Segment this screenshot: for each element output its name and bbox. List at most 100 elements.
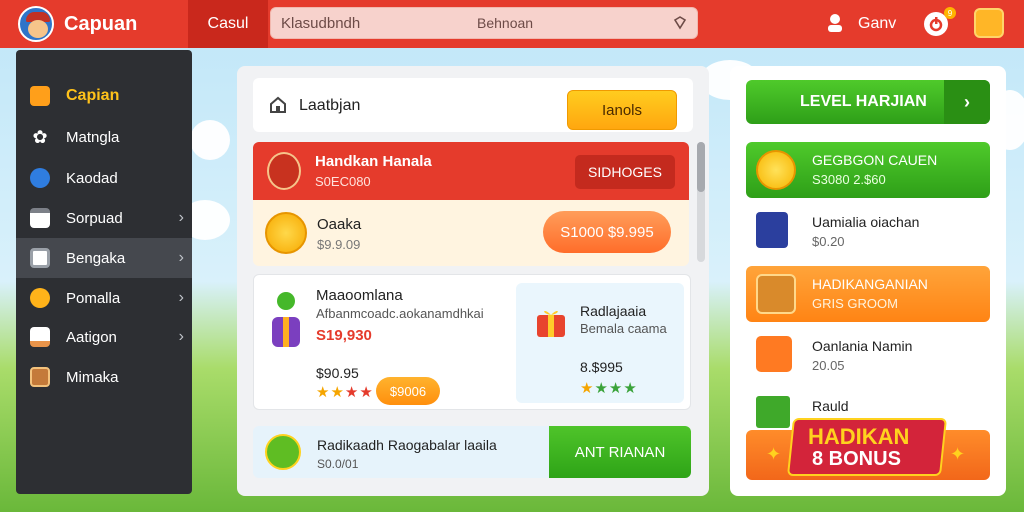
reward-row-title: Rauld <box>812 398 849 414</box>
tab-casual[interactable]: Casul <box>188 0 268 48</box>
featured-button[interactable]: SIDHOGES <box>575 155 675 189</box>
bottom-action-button[interactable]: ANT RIANAN <box>549 426 691 478</box>
sub-offer-subtitle: Bemala caama <box>580 321 667 336</box>
sidebar-item-label: Sorpuad <box>66 209 123 227</box>
page-title: Laatbjan <box>299 97 361 114</box>
main-panel: Laatbjan Ianols Handkan Hanala S0EC080 S… <box>237 66 709 496</box>
coin-icon <box>30 288 50 308</box>
bottom-offer-row[interactable]: Radikaadh Raogabalar laaila S0.0/01 ANT … <box>253 426 691 478</box>
gift-bag-icon <box>30 86 50 106</box>
reward-row[interactable]: HADIKANGANIAN GRIS GROOM <box>746 266 990 322</box>
reward-row-title: Uamialia oiachan <box>812 214 920 230</box>
reward-row-title: Oanlania Namin <box>812 338 913 354</box>
main-header: Laatbjan Ianols <box>253 78 693 132</box>
chevron-right-icon: › <box>178 249 184 266</box>
level-button[interactable]: LEVEL HARJIAN › <box>746 80 990 124</box>
reward-row-subtitle: $0.20 <box>812 234 845 249</box>
chevron-right-icon: › <box>178 289 184 306</box>
coin-smile-icon <box>265 212 307 254</box>
sidebar-item-mimaka[interactable]: Mimaka <box>16 357 192 397</box>
level-button-label: LEVEL HARJIAN <box>800 93 927 110</box>
featured-title: Handkan Hanala <box>315 153 432 170</box>
coin-wallet-icon[interactable] <box>974 8 1004 38</box>
sub-offer-footer: 8.$995 <box>580 359 623 375</box>
home-icon[interactable] <box>269 96 287 114</box>
user-icon[interactable] <box>826 13 844 33</box>
notification-badge: 9 <box>944 7 956 19</box>
sub-offer-title: Radlajaaia <box>580 303 647 319</box>
scrollbar[interactable] <box>697 142 705 262</box>
sparkle-icon: ✦ <box>766 444 782 464</box>
top-bar: Capuan Casul Behnoan Ganv 9 <box>0 0 1024 48</box>
reward-row-subtitle: GRIS GROOM <box>812 296 898 311</box>
coin-offer-subtitle: $9.9.09 <box>317 237 361 252</box>
document-icon <box>30 327 50 347</box>
offer-card-price: S19,930 <box>316 327 372 344</box>
offer-card-description: Afbanmcoadc.aokanamdhkai <box>316 306 484 321</box>
reward-row[interactable]: Uamialia oiachan $0.20 <box>746 204 990 260</box>
offer-card[interactable]: Maaoomlana Afbanmcoadc.aokanamdhkai S19,… <box>253 274 691 410</box>
gift-box-icon <box>756 336 792 372</box>
user-name[interactable]: Ganv <box>858 15 896 33</box>
window-icon <box>30 208 50 228</box>
chevron-right-icon: › <box>178 209 184 226</box>
green-block-icon <box>756 396 790 428</box>
search-bar[interactable]: Behnoan <box>270 7 698 39</box>
gift-bag-icon <box>272 292 300 347</box>
chevron-right-icon: › <box>178 328 184 345</box>
sidebar-item-kaodad[interactable]: Kaodad <box>16 158 192 198</box>
rating-stars: ★★★★ <box>316 384 374 401</box>
sidebar-item-label: Kaodad <box>66 169 118 187</box>
bottom-offer-subtitle: S0.0/01 <box>317 457 359 471</box>
search-input[interactable] <box>281 12 461 34</box>
reward-row-subtitle: 20.05 <box>812 358 845 373</box>
gift-box-icon <box>537 310 565 337</box>
offer-card-title: Maaoomlana <box>316 287 403 304</box>
reward-row-title: GEGBGON CAUEN <box>812 152 938 168</box>
reward-row[interactable]: Oanlania Namin 20.05 <box>746 328 990 384</box>
reward-row-title: HADIKANGANIAN <box>812 276 928 292</box>
coin-offer-buy-button[interactable]: S1000 $9.995 <box>543 211 671 253</box>
sidebar-item-label: Pomalla <box>66 289 121 307</box>
flag-icon <box>756 212 788 248</box>
coin-offer-row[interactable]: Oaaka $9.9.09 S1000 $9.995 <box>253 200 689 266</box>
search-secondary-text: Behnoan <box>477 15 534 31</box>
sidebar-item-matngla[interactable]: ✿ Matngla <box>16 117 192 157</box>
cloud-decoration <box>190 120 230 160</box>
coin-offer-title: Oaaka <box>317 216 362 233</box>
sidebar-item-capian[interactable]: Capian <box>16 76 192 116</box>
coin-smile-icon <box>756 150 796 190</box>
app-title: Capuan <box>64 13 138 35</box>
mascot-logo-icon[interactable] <box>18 6 54 42</box>
sidebar-item-label: Mimaka <box>66 368 119 386</box>
featured-row[interactable]: Handkan Hanala S0EC080 SIDHOGES <box>253 142 689 200</box>
sidebar-item-aatigon[interactable]: Aatigon › <box>16 317 192 357</box>
character-avatar <box>267 152 301 190</box>
grid-icon <box>30 248 50 268</box>
reward-row[interactable]: GEGBGON CAUEN S3080 2.$60 <box>746 142 990 198</box>
header-action-button[interactable]: Ianols <box>567 90 677 130</box>
sidebar-item-pomalla[interactable]: Pomalla › <box>16 278 192 318</box>
chest-icon <box>30 367 50 387</box>
search-icon[interactable] <box>673 16 687 30</box>
offer-card-button[interactable]: $9006 <box>376 377 440 405</box>
sub-offer-card[interactable]: Radlajaaia Bemala caama 8.$995 ★★★★ <box>516 283 684 403</box>
sidebar: Capian ✿ Matngla Kaodad Sorpuad › Bengak… <box>16 50 192 494</box>
bonus-banner[interactable]: ✦ HADIKAN 8 BONUS ✦ <box>746 418 990 480</box>
featured-subtitle: S0EC080 <box>315 174 371 189</box>
sidebar-item-bengaka[interactable]: Bengaka › <box>16 238 192 278</box>
bonus-title: HADIKAN <box>808 424 910 449</box>
sidebar-item-sorpuad[interactable]: Sorpuad › <box>16 198 192 238</box>
sidebar-item-label: Capian <box>66 87 120 104</box>
sidebar-item-label: Matngla <box>66 128 120 146</box>
sparkle-icon: ✦ <box>950 444 966 464</box>
reward-row-subtitle: S3080 2.$60 <box>812 172 886 187</box>
reward-panel: LEVEL HARJIAN › GEGBGON CAUEN S3080 2.$6… <box>730 66 1006 496</box>
bottom-offer-title: Radikaadh Raogabalar laaila <box>317 437 497 453</box>
scrollbar-thumb[interactable] <box>697 142 705 192</box>
treasure-chest-icon <box>756 274 796 314</box>
rating-stars: ★★★★ <box>580 380 638 397</box>
sidebar-item-label: Bengaka <box>66 249 126 267</box>
bonus-subtitle: 8 BONUS <box>812 448 901 470</box>
offer-card-footer: $90.95 <box>316 365 359 381</box>
